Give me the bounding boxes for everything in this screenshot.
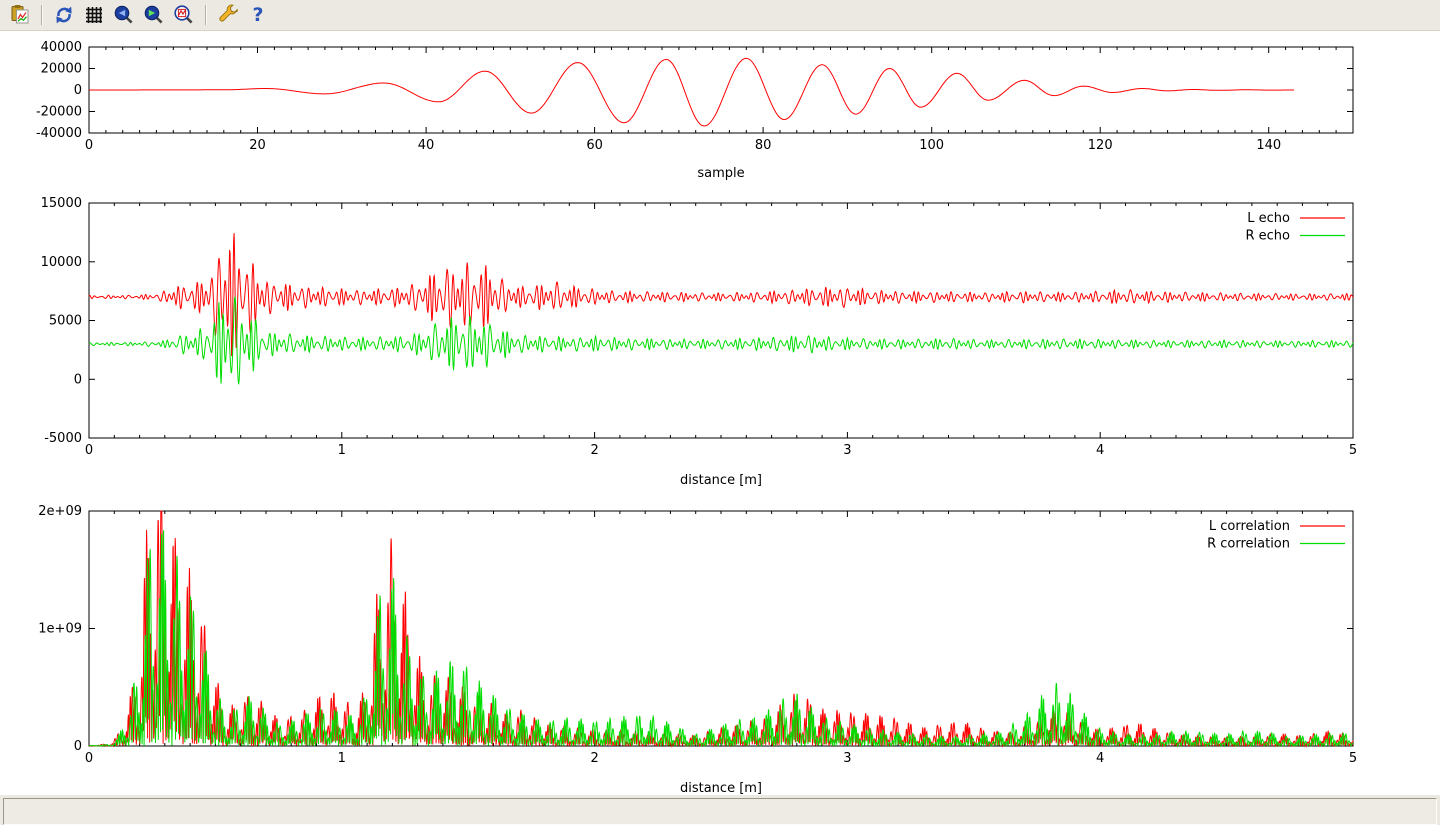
svg-text:60: 60: [586, 138, 603, 153]
svg-text:140: 140: [1256, 138, 1281, 153]
gnuplot-window: ? 020406080100120140-40000-2000002000040…: [0, 0, 1440, 825]
zoom-next-button[interactable]: [141, 2, 167, 28]
svg-text:40000: 40000: [41, 40, 82, 55]
svg-text:0: 0: [85, 751, 93, 766]
svg-text:2e+09: 2e+09: [38, 504, 82, 519]
plots-svg[interactable]: 020406080100120140-40000-200000200004000…: [0, 0, 1440, 795]
svg-text:80: 80: [755, 138, 772, 153]
copy-to-clipboard-button[interactable]: [7, 2, 33, 28]
svg-text:20: 20: [249, 138, 266, 153]
x-axis-label: distance [m]: [680, 473, 762, 488]
autoscale-button[interactable]: [171, 2, 197, 28]
autoscale-magnifier-icon: [173, 4, 195, 26]
replot-refresh-icon: [53, 4, 75, 26]
svg-text:3: 3: [843, 443, 851, 458]
legend-label: R correlation: [1207, 537, 1290, 552]
status-bar: [0, 794, 1440, 825]
legend-label: L echo: [1247, 211, 1290, 226]
svg-text:120: 120: [1088, 138, 1113, 153]
x-axis-label: sample: [697, 166, 744, 181]
svg-text:15000: 15000: [41, 196, 82, 211]
svg-text:1: 1: [338, 751, 346, 766]
svg-text:100: 100: [919, 138, 944, 153]
svg-text:2: 2: [590, 443, 598, 458]
plot-echo-signals[interactable]: 012345-5000050001000015000distance [m]L …: [41, 196, 1358, 488]
series-l-correlation: [89, 511, 1353, 746]
series-l-echo: [89, 233, 1353, 356]
copy-to-clipboard-icon: [9, 4, 31, 26]
svg-text:5: 5: [1349, 443, 1357, 458]
svg-text:-20000: -20000: [36, 105, 82, 120]
series-sample-waveform: [89, 58, 1294, 126]
svg-text:5000: 5000: [49, 314, 82, 329]
svg-text:2: 2: [590, 751, 598, 766]
svg-text:3: 3: [843, 751, 851, 766]
help-question-icon: ?: [247, 4, 269, 26]
svg-text:0: 0: [85, 443, 93, 458]
svg-text:0: 0: [74, 83, 82, 98]
plot-sample-waveform[interactable]: 0 20 40 60 80 100 120 140 -40000 -20000 0 20000 4000…: [36, 40, 1353, 181]
svg-text:0: 0: [74, 739, 82, 754]
zoom-previous-icon: [113, 4, 135, 26]
status-field: [3, 798, 1437, 825]
svg-text:-40000: -40000: [36, 126, 82, 141]
zoom-next-icon: [143, 4, 165, 26]
svg-text:1e+09: 1e+09: [38, 622, 82, 637]
svg-text:10000: 10000: [41, 255, 82, 270]
x-axis-label: distance [m]: [680, 781, 762, 795]
svg-text:0: 0: [74, 372, 82, 387]
svg-text:0: 0: [85, 138, 93, 153]
grid-icon: [83, 4, 105, 26]
svg-text:5: 5: [1349, 751, 1357, 766]
toolbar: ?: [0, 0, 1440, 31]
svg-text:4: 4: [1096, 751, 1104, 766]
toolbar-separator: [41, 5, 43, 25]
wrench-settings-icon: [217, 4, 239, 26]
zoom-previous-button[interactable]: [111, 2, 137, 28]
svg-text:20000: 20000: [41, 62, 82, 77]
series-r-correlation: [89, 530, 1353, 746]
legend-label: L correlation: [1209, 519, 1290, 534]
plot-correlation[interactable]: 0 1 2 3 4 5 0 1e+09 2e+09 distance [m] L correlati…: [38, 504, 1357, 795]
toolbar-separator: [205, 5, 207, 25]
grid-toggle-button[interactable]: [81, 2, 107, 28]
help-button[interactable]: ?: [245, 2, 271, 28]
svg-text:40: 40: [418, 138, 435, 153]
svg-text:?: ?: [252, 4, 263, 26]
svg-text:4: 4: [1096, 443, 1104, 458]
series-r-echo: [89, 297, 1353, 385]
svg-text:-5000: -5000: [44, 431, 82, 446]
configure-button[interactable]: [215, 2, 241, 28]
svg-text:1: 1: [338, 443, 346, 458]
legend-label: R echo: [1245, 229, 1290, 244]
replot-button[interactable]: [51, 2, 77, 28]
